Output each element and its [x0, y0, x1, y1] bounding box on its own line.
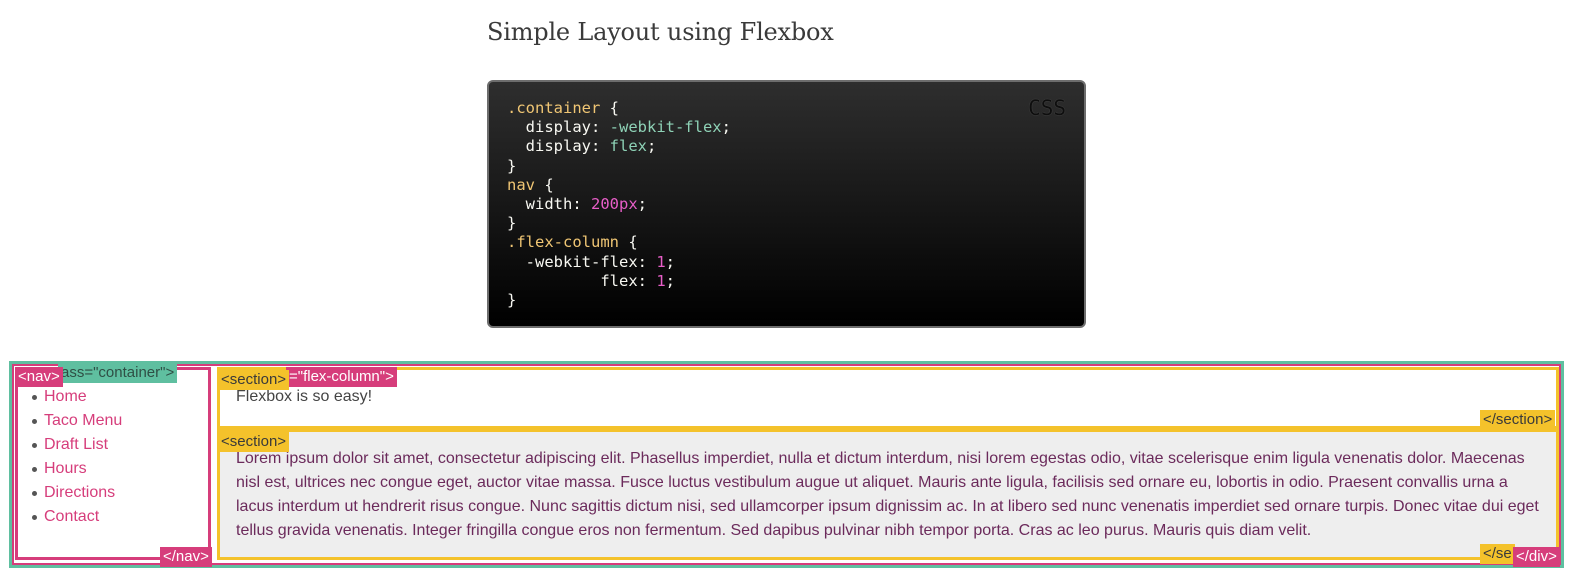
code-token: width: — [507, 195, 591, 214]
section-open-tag: <section> — [218, 370, 290, 390]
code-token: 1 — [656, 271, 666, 290]
code-token: .container — [507, 99, 601, 117]
code-token: .flex-column — [507, 233, 619, 252]
nav-link-contact[interactable]: Contact — [44, 508, 99, 525]
code-token: ; — [721, 118, 731, 137]
div-close-tag: </div> — [1513, 547, 1560, 567]
nav-list-item: Home — [31, 386, 122, 410]
code-token: { — [535, 175, 554, 194]
code-token: ; — [665, 271, 675, 290]
code-token: display: — [507, 118, 610, 137]
flexbox-demo-container: Home Taco Menu Draft List Hours Directio… — [9, 361, 1564, 568]
code-token: 200px — [591, 195, 638, 214]
code-token: { — [618, 233, 638, 252]
nav-list: Home Taco Menu Draft List Hours Directio… — [31, 386, 122, 530]
flex-column-tag: ="flex-column"> — [286, 367, 397, 387]
demo-inner-div: Home Taco Menu Draft List Hours Directio… — [12, 363, 1561, 567]
nav-list-item: Directions — [31, 482, 122, 506]
code-token: -webkit-flex: — [507, 252, 657, 271]
code-content: .container { display: -webkit-flex; disp… — [507, 99, 1084, 310]
code-token: ; — [665, 252, 675, 271]
nav-link-hours[interactable]: Hours — [44, 460, 87, 477]
code-token: flex — [609, 137, 647, 156]
code-token: display: — [507, 137, 610, 156]
code-token: nav — [507, 175, 535, 194]
section-lorem-text: Lorem ipsum dolor sit amet, consectetur … — [236, 450, 1539, 539]
nav-close-tag: </nav> — [160, 547, 212, 567]
nav-link-directions[interactable]: Directions — [44, 484, 115, 501]
code-token: } — [507, 291, 517, 310]
code-token: 1 — [656, 252, 666, 271]
nav-link-home[interactable]: Home — [44, 388, 87, 405]
page-title: Simple Layout using Flexbox — [487, 18, 834, 46]
nav-list-item: Contact — [31, 506, 122, 530]
demo-nav: Home Taco Menu Draft List Hours Directio… — [15, 367, 211, 560]
demo-section-lorem: Lorem ipsum dolor sit amet, consectetur … — [217, 429, 1559, 560]
code-language-label: CSS — [1028, 96, 1066, 120]
code-token: -webkit-flex — [609, 118, 722, 137]
css-code-block: CSS .container { display: -webkit-flex; … — [487, 80, 1086, 328]
code-token: flex: — [507, 271, 657, 290]
section-open-tag-2: <section> — [218, 432, 290, 452]
code-token: } — [507, 214, 517, 233]
container-open-tag: ass="container"> — [58, 363, 178, 383]
nav-open-tag: <nav> — [15, 367, 63, 387]
code-token: ; — [637, 195, 648, 214]
demo-section-intro: Flexbox is so easy! — [217, 367, 1559, 429]
nav-link-taco-menu[interactable]: Taco Menu — [44, 412, 122, 429]
section-close-tag-2: </se — [1480, 544, 1515, 564]
code-token: } — [507, 156, 517, 175]
code-token: { — [600, 99, 619, 117]
nav-link-draft-list[interactable]: Draft List — [44, 436, 108, 453]
nav-list-item: Draft List — [31, 434, 122, 458]
nav-list-item: Taco Menu — [31, 410, 122, 434]
nav-list-item: Hours — [31, 458, 122, 482]
code-token: ; — [646, 137, 657, 156]
section-close-tag: </section> — [1480, 410, 1556, 430]
